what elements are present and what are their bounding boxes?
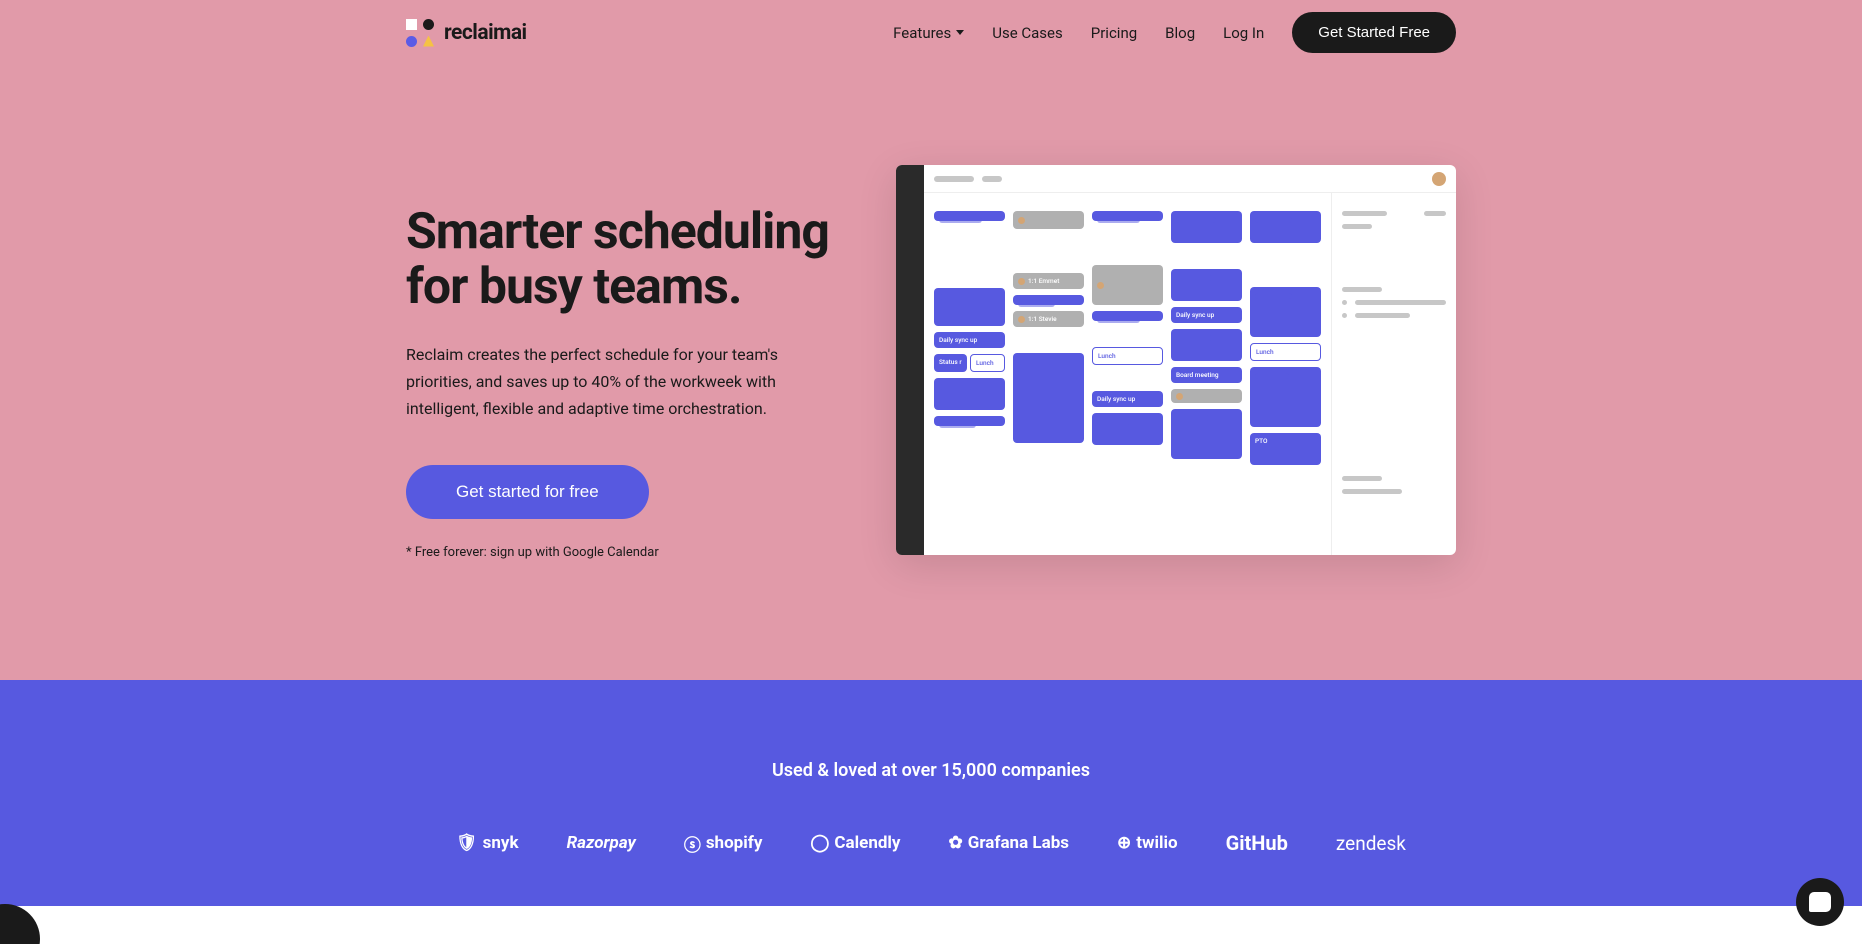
nav-use-cases[interactable]: Use Cases bbox=[992, 24, 1063, 42]
nav-blog[interactable]: Blog bbox=[1165, 24, 1195, 42]
social-proof-section: Used & loved at over 15,000 companies 🛡 … bbox=[0, 680, 1862, 906]
event-board: Board meeting bbox=[1171, 367, 1242, 383]
hero-section: Smarter scheduling for busy teams. Recla… bbox=[0, 65, 1862, 680]
event-status: Status r bbox=[934, 354, 967, 372]
logo-razorpay: Razorpay bbox=[567, 833, 636, 853]
nav-pricing[interactable]: Pricing bbox=[1091, 24, 1137, 42]
nav-features-label: Features bbox=[893, 24, 951, 42]
event-lunch: Lunch bbox=[970, 354, 1005, 372]
header-cta-button[interactable]: Get Started Free bbox=[1292, 12, 1456, 53]
site-header: reclaimai Features Use Cases Pricing Blo… bbox=[0, 0, 1862, 65]
hero-description: Reclaim creates the perfect schedule for… bbox=[406, 341, 806, 423]
logo-mark-icon bbox=[406, 19, 434, 47]
event-lunch-3: Lunch bbox=[1092, 347, 1163, 365]
hero-illustration: Daily sync up Status r Lunch bbox=[896, 165, 1456, 555]
logo-snyk: 🛡 snyk bbox=[456, 833, 519, 853]
app-preview: Daily sync up Status r Lunch bbox=[896, 165, 1456, 555]
logo-github: GitHub bbox=[1226, 831, 1288, 855]
hero-cta-button[interactable]: Get started for free bbox=[406, 465, 649, 519]
event-pto: PTO bbox=[1250, 433, 1321, 465]
logo-text: reclaimai bbox=[444, 21, 527, 45]
logo-calendly: ◯ Calendly bbox=[810, 833, 900, 853]
event-emmet: 1:1 Emmet bbox=[1013, 273, 1084, 289]
chevron-down-icon bbox=[956, 30, 964, 35]
hero-title: Smarter scheduling for busy teams. bbox=[406, 205, 846, 315]
event-meeting-4 bbox=[1171, 389, 1242, 403]
preview-calendar: Daily sync up Status r Lunch bbox=[924, 193, 1331, 555]
company-logos: 🛡 snyk Razorpay ⓢ shopify ◯ Calendly ✿ G… bbox=[0, 831, 1862, 856]
event-daily-sync: Daily sync up bbox=[934, 332, 1005, 348]
preview-topbar bbox=[924, 165, 1456, 193]
event-meeting bbox=[1092, 265, 1163, 305]
event-daily-sync-3: Daily sync up bbox=[1092, 391, 1163, 407]
nav-login[interactable]: Log In bbox=[1223, 24, 1264, 42]
logo-zendesk: zendesk bbox=[1336, 832, 1406, 855]
event-lunch-5: Lunch bbox=[1250, 343, 1321, 361]
avatar-icon bbox=[1432, 172, 1446, 186]
preview-side-panel bbox=[1331, 193, 1456, 555]
chat-icon bbox=[1809, 892, 1831, 912]
hero-footnote: * Free forever: sign up with Google Cale… bbox=[406, 545, 846, 560]
event-daily-sync-4: Daily sync up bbox=[1171, 307, 1242, 323]
chat-widget-button[interactable] bbox=[1796, 878, 1844, 926]
nav-features[interactable]: Features bbox=[893, 24, 964, 42]
edge-decoration bbox=[0, 904, 40, 944]
logo-twilio: ⊕ twilio bbox=[1117, 833, 1178, 853]
preview-sidebar bbox=[896, 165, 924, 555]
hero-content: Smarter scheduling for busy teams. Recla… bbox=[406, 165, 846, 560]
event-meeting-avatar bbox=[1013, 211, 1084, 229]
logo-shopify: ⓢ shopify bbox=[684, 831, 763, 856]
social-proof-heading: Used & loved at over 15,000 companies bbox=[0, 760, 1862, 781]
logo-grafana: ✿ Grafana Labs bbox=[948, 833, 1069, 853]
main-nav: Features Use Cases Pricing Blog Log In G… bbox=[893, 12, 1456, 53]
event-stevie: 1:1 Stevie bbox=[1013, 311, 1084, 327]
logo[interactable]: reclaimai bbox=[406, 19, 527, 47]
